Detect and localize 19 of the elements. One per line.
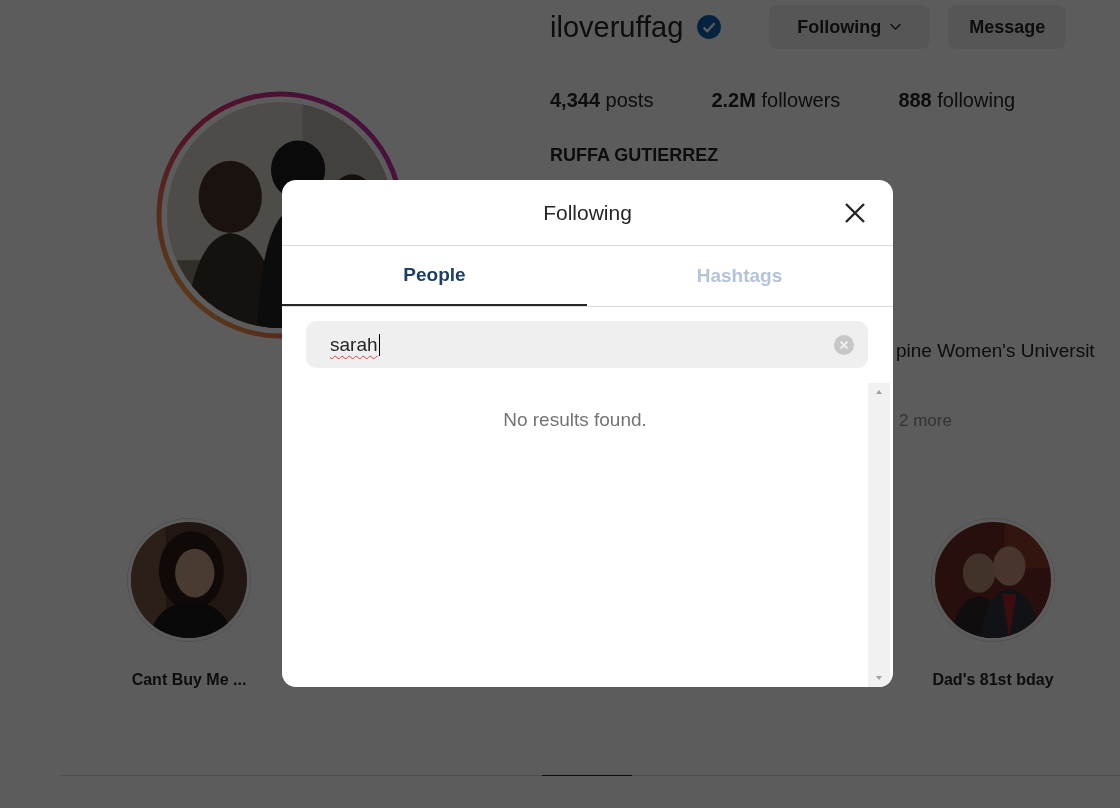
- scrollbar[interactable]: [868, 383, 890, 687]
- message-button[interactable]: Message: [948, 5, 1067, 49]
- highlight-label[interactable]: Cant Buy Me ...: [131, 671, 247, 689]
- stat-count[interactable]: 2.2M followers: [711, 89, 841, 112]
- highlight-label[interactable]: Dad's 81st bday: [932, 671, 1054, 689]
- search-field[interactable]: sarah: [306, 321, 868, 368]
- tab[interactable]: Hashtags: [587, 246, 892, 306]
- tab[interactable]: People: [282, 246, 587, 306]
- profile-name: RUFFA GUTIERREZ: [550, 145, 720, 166]
- search-text: sarah: [330, 333, 380, 356]
- stat-count[interactable]: 4,344 posts: [550, 89, 654, 112]
- stat-count[interactable]: 888 following: [898, 89, 1016, 112]
- close-icon[interactable]: [843, 201, 867, 225]
- following-button[interactable]: Following: [769, 5, 931, 49]
- username: iloveruffag: [550, 10, 684, 44]
- dialog-title: Following: [543, 200, 632, 225]
- bio-text: pine Women's Universit: [896, 340, 1095, 362]
- empty-message: No results found.: [503, 409, 647, 432]
- chevron-down-icon: [889, 23, 903, 31]
